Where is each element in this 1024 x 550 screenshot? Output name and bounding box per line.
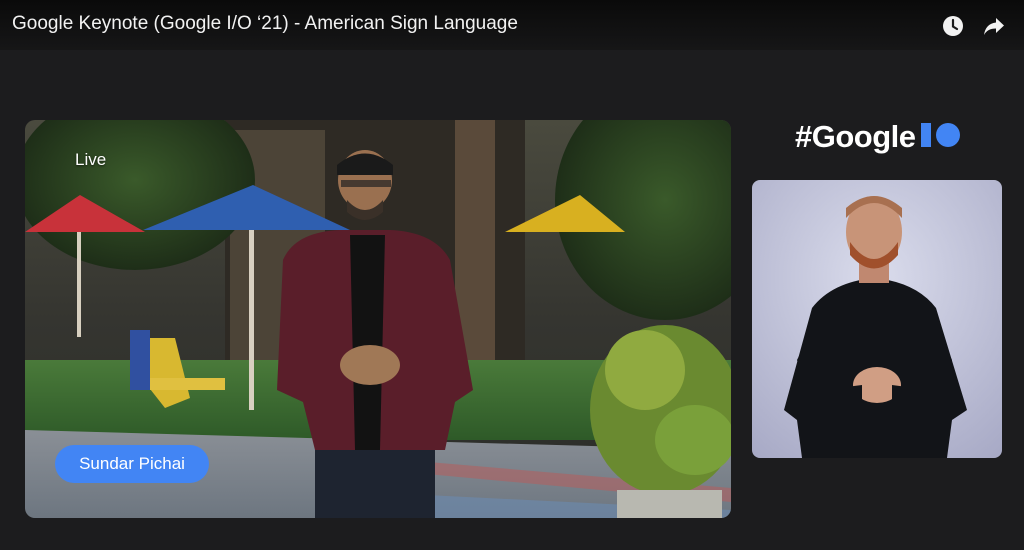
video-title[interactable]: Google Keynote (Google I/O ‘21) - Americ…: [12, 13, 518, 35]
main-video-player[interactable]: Live Sundar Pichai: [25, 120, 731, 518]
live-label: Live: [75, 150, 107, 169]
clock-icon[interactable]: [941, 14, 965, 38]
share-arrow-icon[interactable]: [982, 14, 1006, 38]
video-title-bar: Google Keynote (Google I/O ‘21) - Americ…: [0, 0, 1024, 50]
hashtag-google-text: #Google: [795, 119, 916, 154]
speaker-name-chip: Sundar Pichai: [55, 445, 209, 483]
asl-interpreter-frame: [752, 180, 1002, 458]
asl-interpreter-video[interactable]: [752, 180, 1002, 458]
io-logo-icon: [919, 122, 963, 153]
google-io-logo: #Google: [795, 117, 963, 157]
